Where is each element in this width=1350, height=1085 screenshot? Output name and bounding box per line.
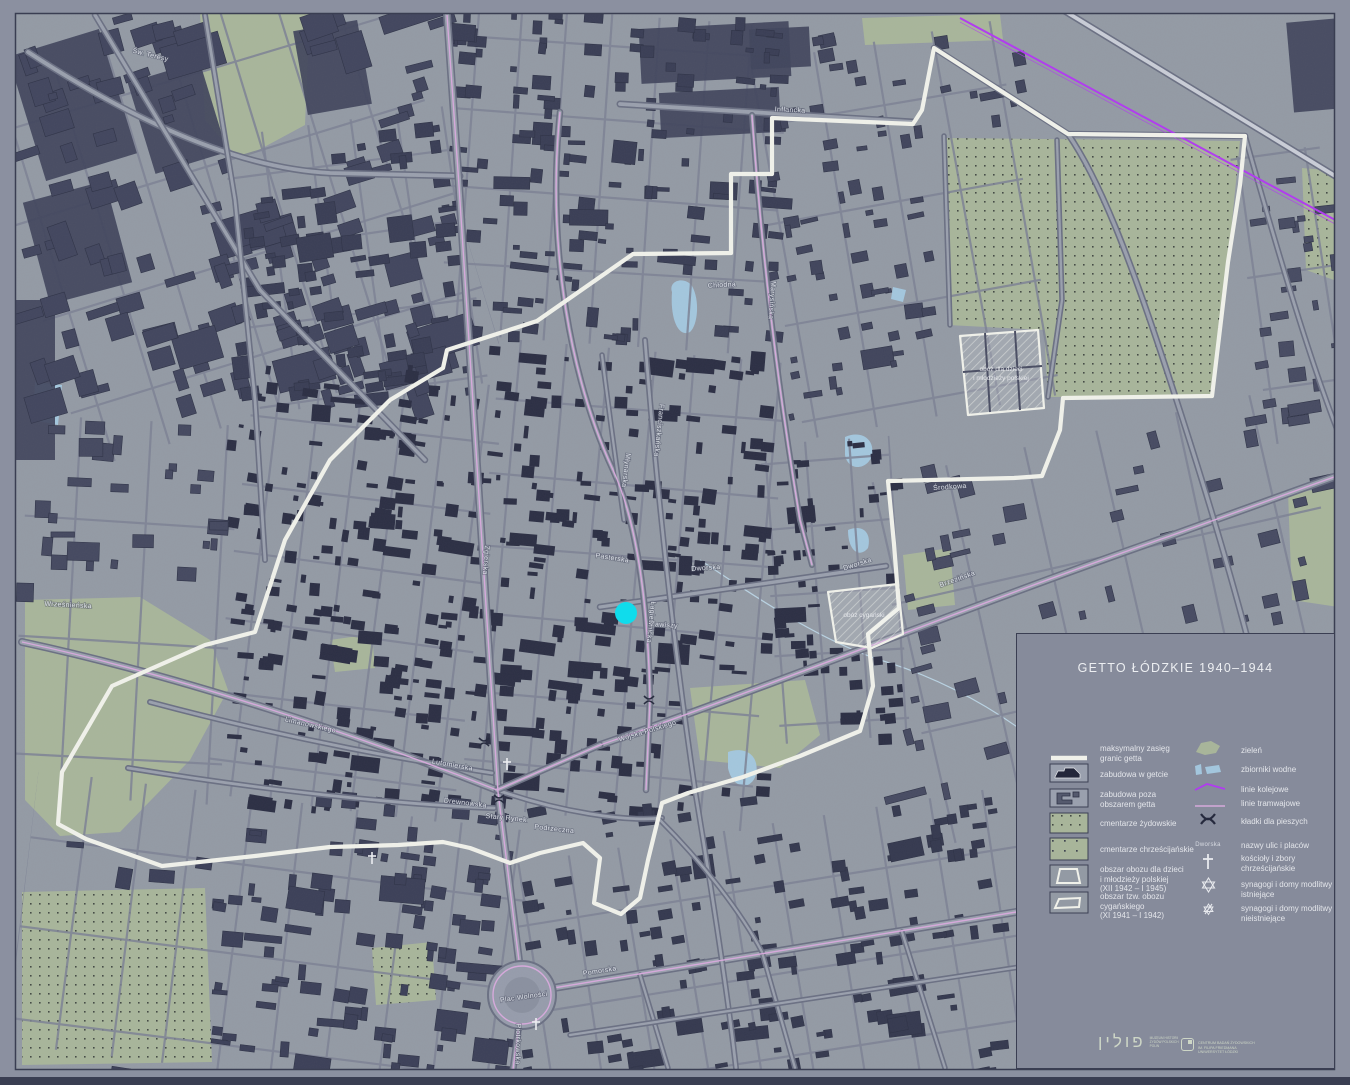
- location-marker: [615, 602, 637, 624]
- christian-cemetery-icon: [1049, 837, 1089, 866]
- polin-logo-text: MUZEUM HISTORII ŻYDÓW POLSKICH POLIN: [1150, 1033, 1179, 1048]
- bottom-edge-strip: [0, 1077, 1350, 1085]
- ghetto-building-icon: [1049, 763, 1089, 788]
- polin-logo-glyph: פולין: [1098, 1033, 1146, 1051]
- greenery-icon: [1193, 739, 1223, 762]
- map-title: GETTO ŁÓDZKIE 1940–1944: [1017, 661, 1334, 675]
- map-document: Św. TeresyInflanckaWrześnieńskaLimanowsk…: [0, 0, 1350, 1085]
- church-cross-icon: [1193, 853, 1223, 875]
- cbz-logo-text: CENTRUM BADAŃ ŻYDOWSKICH IM. FILIPA FRIE…: [1198, 1038, 1255, 1055]
- crossed-star-icon: [1193, 902, 1223, 921]
- railway-icon: [1193, 780, 1223, 798]
- gypsy-camp-icon: [1049, 891, 1089, 919]
- footbridge-icon: [1193, 811, 1223, 832]
- outside-building-icon: [1049, 788, 1089, 813]
- polin-logo: פולין MUZEUM HISTORII ŻYDÓW POLSKICH POL…: [1098, 1033, 1179, 1051]
- children-camp-icon: [1049, 864, 1089, 893]
- water-icon: [1193, 762, 1223, 782]
- cbz-logo-icon: [1181, 1038, 1194, 1051]
- street-name-sample: Dworska: [1193, 842, 1223, 848]
- jewish-cemetery-icon: [1049, 812, 1089, 839]
- legend-panel: GETTO ŁÓDZKIE 1940–1944 maksymalny zasię…: [1016, 633, 1335, 1069]
- cbz-logo: CENTRUM BADAŃ ŻYDOWSKICH IM. FILIPA FRIE…: [1181, 1038, 1255, 1055]
- star-of-david-icon: [1193, 877, 1223, 898]
